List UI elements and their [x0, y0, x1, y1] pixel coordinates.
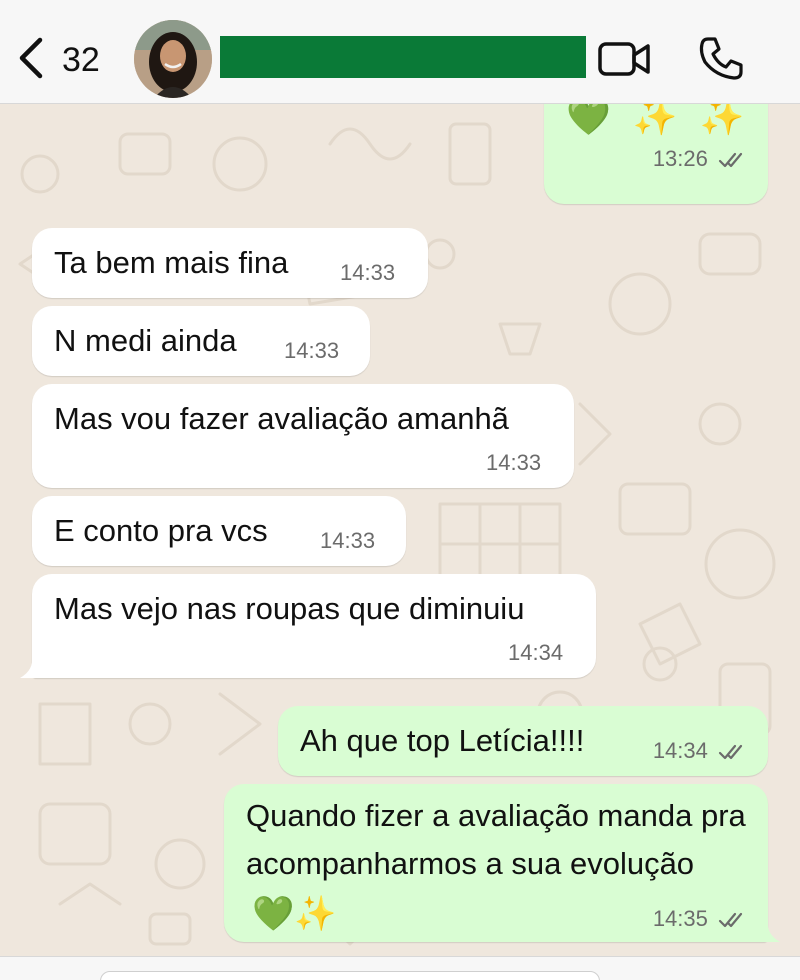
message-input[interactable] [100, 971, 600, 980]
video-camera-icon [598, 42, 650, 76]
voice-call-button[interactable] [696, 34, 746, 82]
message-text: Mas vejo nas roupas que diminuiu [54, 591, 525, 626]
bubble-tail [20, 656, 44, 678]
message-text: Ta bem mais fina [54, 245, 289, 280]
chevron-left-icon [19, 37, 43, 79]
message-time: 14:33 [486, 450, 542, 475]
message-time: 14:34 [508, 640, 564, 665]
message-text: N medi ainda [54, 323, 237, 358]
message-bubble-outgoing[interactable]: Quando fizer a avaliação manda pra acomp… [224, 784, 780, 942]
double-check-icon [718, 745, 743, 760]
back-button[interactable] [14, 34, 48, 82]
message-text: Ah que top Letícia!!!! [300, 723, 585, 758]
chat-header: 32 [0, 0, 800, 104]
message-emoji: 💚 ✨ ✨ [566, 104, 751, 137]
message-bubble-incoming[interactable]: Mas vejo nas roupas que diminuiu 14:34 [20, 574, 596, 678]
double-check-icon [718, 153, 743, 168]
message-bubble-incoming[interactable]: Mas vou fazer avaliação amanhã 14:33 [32, 384, 574, 488]
video-call-button[interactable] [597, 38, 653, 80]
message-text: E conto pra vcs [54, 513, 268, 548]
bubble-tail [756, 920, 780, 942]
message-time: 14:33 [320, 528, 376, 553]
message-bubble-incoming[interactable]: Ta bem mais fina 14:33 [32, 228, 428, 298]
avatar[interactable] [134, 20, 212, 98]
message-time: 14:33 [340, 260, 396, 285]
message-time: 13:26 [652, 146, 708, 171]
message-text: Mas vou fazer avaliação amanhã [54, 401, 509, 436]
message-emoji: 💚✨ [252, 894, 337, 933]
message-bubble-incoming[interactable]: N medi ainda 14:33 [32, 306, 370, 376]
contact-name-redacted[interactable] [220, 36, 586, 78]
message-text: Quando fizer a avaliação manda pra acomp… [246, 798, 746, 881]
message-meta: 14:35 [653, 906, 746, 932]
unread-count[interactable]: 32 [62, 40, 100, 80]
message-bubble-outgoing[interactable]: Ah que top Letícia!!!! 14:34 [278, 706, 768, 776]
message-bubble-incoming[interactable]: E conto pra vcs 14:33 [32, 496, 406, 566]
message-meta: 14:34 [653, 738, 746, 764]
composer-bar [0, 956, 800, 980]
phone-icon [699, 37, 743, 80]
message-bubble-outgoing[interactable]: 💚 ✨ ✨ 13:26 [544, 104, 768, 204]
message-time: 14:35 [652, 906, 708, 931]
message-time: 14:34 [652, 738, 708, 763]
message-time: 14:33 [284, 338, 340, 363]
double-check-icon [718, 913, 743, 928]
message-meta: 13:26 [653, 146, 746, 172]
message-list[interactable]: 💚 ✨ ✨ 13:26 Ta bem mais fina 14:33 N med… [0, 104, 800, 956]
